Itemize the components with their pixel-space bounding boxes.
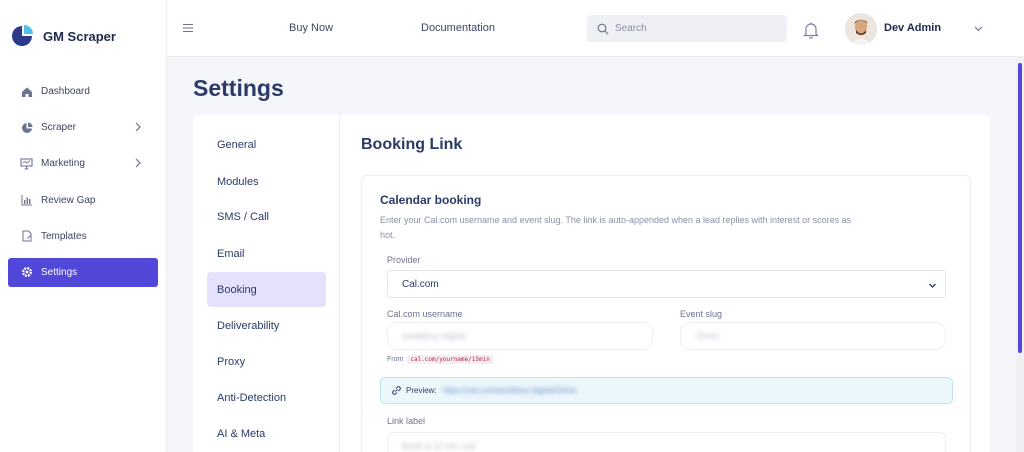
page-scrollbar[interactable]	[1016, 57, 1024, 452]
from-code: cal.com/yourname/15min	[407, 355, 493, 364]
settings-tab-ai-meta[interactable]: AI & Meta	[207, 416, 326, 451]
topbar: Buy Now Documentation Dev Admin	[167, 0, 1024, 57]
bell-icon[interactable]	[803, 21, 819, 39]
from-hint: From cal.com/yourname/15min	[387, 355, 493, 364]
event-slug-input[interactable]: 15min	[680, 322, 946, 350]
box-title: Calendar booking	[380, 193, 482, 207]
sidebar-item-label: Scraper	[41, 122, 77, 134]
document-icon	[20, 230, 33, 243]
brand-logo-icon	[12, 25, 33, 46]
scrollbar-thumb[interactable]	[1018, 63, 1022, 353]
bar-chart-icon	[20, 194, 33, 207]
sidebar-item-scraper[interactable]: Scraper	[8, 113, 158, 142]
box-description: Enter your Cal.com username and event sl…	[380, 215, 852, 240]
username-input[interactable]: worldtour-digital	[387, 322, 653, 350]
event-slug-value: 15min	[695, 331, 720, 341]
slug-label: Event slug	[680, 309, 723, 319]
sidebar-item-review-gap[interactable]: Review Gap	[8, 186, 158, 215]
provider-value: Cal.com	[402, 278, 439, 290]
user-name[interactable]: Dev Admin	[884, 22, 941, 34]
preview-link[interactable]: https://cal.com/worldtour-digital/15min	[443, 386, 577, 395]
gear-icon	[20, 266, 33, 279]
settings-tab-proxy[interactable]: Proxy	[207, 344, 326, 379]
sidebar-item-label: Templates	[41, 230, 87, 242]
settings-tab-general[interactable]: General	[207, 127, 326, 162]
search-box[interactable]	[587, 15, 787, 42]
settings-tab-sms-call[interactable]: SMS / Call	[207, 199, 326, 234]
brand-name: GM Scraper	[43, 28, 116, 44]
sidebar-item-marketing[interactable]: Marketing	[8, 149, 158, 178]
settings-tab-deliverability[interactable]: Deliverability	[207, 308, 326, 343]
chevron-down-icon[interactable]	[973, 23, 984, 34]
sidebar-item-label: Marketing	[41, 158, 85, 170]
avatar[interactable]	[845, 13, 877, 45]
chevron-right-icon	[135, 158, 141, 168]
link-icon	[392, 386, 401, 395]
hamburger-icon[interactable]	[182, 22, 194, 34]
chevron-right-icon	[135, 122, 141, 132]
home-icon	[20, 85, 33, 98]
preview-banner: Preview: https://cal.com/worldtour-digit…	[380, 377, 953, 404]
calendar-booking-box: Calendar booking Enter your Cal.com user…	[361, 175, 971, 452]
provider-select[interactable]: Cal.com	[387, 270, 946, 298]
pie-chart-icon	[20, 121, 33, 134]
settings-card: General Modules SMS / Call Email Booking…	[193, 115, 990, 452]
brand[interactable]: GM Scraper	[11, 25, 116, 47]
sidebar-item-templates[interactable]: Templates	[8, 222, 158, 251]
provider-label: Provider	[387, 255, 421, 265]
sidebar-item-settings[interactable]: Settings	[8, 257, 158, 287]
search-icon	[597, 23, 609, 34]
preview-label: Preview:	[406, 386, 437, 395]
from-prefix: From	[387, 356, 404, 363]
link-label-value: Book a 15 min call	[402, 441, 476, 451]
username-value: worldtour-digital	[402, 331, 466, 341]
link-label-input[interactable]: Book a 15 min call	[387, 432, 946, 452]
username-label: Cal.com username	[387, 309, 463, 319]
search-input[interactable]	[615, 23, 775, 34]
sidebar-item-label: Settings	[41, 266, 78, 278]
sidebar-item-dashboard[interactable]: Dashboard	[8, 77, 158, 106]
buy-now-link[interactable]: Buy Now	[289, 22, 333, 34]
sidebar-item-label: Dashboard	[41, 86, 90, 97]
sidebar: GM Scraper Dashboard Scraper Marketing R…	[0, 0, 167, 452]
settings-nav: General Modules SMS / Call Email Booking…	[193, 115, 340, 452]
link-label-label: Link label	[387, 416, 426, 426]
settings-tab-email[interactable]: Email	[207, 236, 326, 271]
settings-tab-anti-detection[interactable]: Anti-Detection	[207, 380, 326, 415]
settings-tab-booking[interactable]: Booking	[207, 272, 326, 307]
documentation-link[interactable]: Documentation	[421, 22, 495, 34]
chevron-down-icon	[929, 283, 936, 288]
avatar-image	[845, 13, 877, 45]
settings-tab-modules[interactable]: Modules	[207, 164, 326, 199]
sidebar-nav: Dashboard Scraper Marketing Review Gap T…	[8, 77, 158, 294]
section-title: Booking Link	[361, 136, 463, 153]
presentation-icon	[20, 157, 33, 170]
sidebar-item-label: Review Gap	[41, 194, 96, 206]
page-title: Settings	[193, 75, 284, 101]
